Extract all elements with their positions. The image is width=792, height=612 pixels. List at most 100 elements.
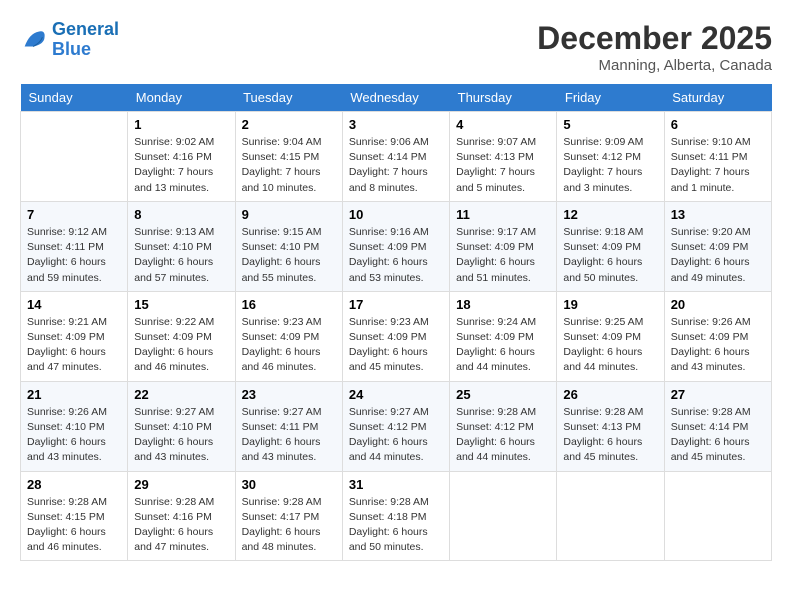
- calendar-cell: 18 Sunrise: 9:24 AMSunset: 4:09 PMDayligh…: [450, 291, 557, 381]
- day-number: 18: [456, 297, 550, 312]
- day-info: Sunrise: 9:25 AMSunset: 4:09 PMDaylight:…: [563, 315, 657, 376]
- title-block: December 2025 Manning, Alberta, Canada: [537, 20, 772, 74]
- day-number: 1: [134, 117, 228, 132]
- day-info: Sunrise: 9:07 AMSunset: 4:13 PMDaylight:…: [456, 135, 550, 196]
- day-info: Sunrise: 9:15 AMSunset: 4:10 PMDaylight:…: [242, 225, 336, 286]
- day-number: 6: [671, 117, 765, 132]
- page-header: General Blue December 2025 Manning, Albe…: [20, 20, 772, 74]
- day-info: Sunrise: 9:28 AMSunset: 4:16 PMDaylight:…: [134, 495, 228, 556]
- calendar-cell: 16 Sunrise: 9:23 AMSunset: 4:09 PMDayligh…: [235, 291, 342, 381]
- calendar-cell: [450, 471, 557, 561]
- day-number: 10: [349, 207, 443, 222]
- calendar-week-row: 21 Sunrise: 9:26 AMSunset: 4:10 PMDayligh…: [21, 381, 772, 471]
- day-info: Sunrise: 9:28 AMSunset: 4:15 PMDaylight:…: [27, 495, 121, 556]
- day-number: 2: [242, 117, 336, 132]
- day-info: Sunrise: 9:28 AMSunset: 4:14 PMDaylight:…: [671, 405, 765, 466]
- calendar-cell: 22Sunrise: 9:27 AMSunset: 4:10 PMDayligh…: [128, 381, 235, 471]
- calendar-cell: 6 Sunrise: 9:10 AMSunset: 4:11 PMDaylight…: [664, 112, 771, 202]
- day-number: 21: [27, 387, 121, 402]
- calendar-cell: 10Sunrise: 9:16 AMSunset: 4:09 PMDayligh…: [342, 201, 449, 291]
- calendar-header-row: SundayMondayTuesdayWednesdayThursdayFrid…: [21, 84, 772, 112]
- day-number: 31: [349, 477, 443, 492]
- day-number: 24: [349, 387, 443, 402]
- location: Manning, Alberta, Canada: [537, 57, 772, 74]
- day-info: Sunrise: 9:27 AMSunset: 4:12 PMDaylight:…: [349, 405, 443, 466]
- day-header-monday: Monday: [128, 84, 235, 112]
- day-number: 19: [563, 297, 657, 312]
- month-title: December 2025: [537, 20, 772, 57]
- day-number: 13: [671, 207, 765, 222]
- calendar-cell: 29 Sunrise: 9:28 AMSunset: 4:16 PMDayligh…: [128, 471, 235, 561]
- calendar-cell: 26 Sunrise: 9:28 AMSunset: 4:13 PMDayligh…: [557, 381, 664, 471]
- calendar-cell: 3 Sunrise: 9:06 AMSunset: 4:14 PMDaylight…: [342, 112, 449, 202]
- calendar-cell: 28 Sunrise: 9:28 AMSunset: 4:15 PMDayligh…: [21, 471, 128, 561]
- calendar-cell: 12 Sunrise: 9:18 AMSunset: 4:09 PMDayligh…: [557, 201, 664, 291]
- day-info: Sunrise: 9:18 AMSunset: 4:09 PMDaylight:…: [563, 225, 657, 286]
- calendar-cell: 17 Sunrise: 9:23 AMSunset: 4:09 PMDayligh…: [342, 291, 449, 381]
- calendar-cell: 15 Sunrise: 9:22 AMSunset: 4:09 PMDayligh…: [128, 291, 235, 381]
- calendar-cell: 1 Sunrise: 9:02 AMSunset: 4:16 PMDaylight…: [128, 112, 235, 202]
- day-header-tuesday: Tuesday: [235, 84, 342, 112]
- calendar-week-row: 1 Sunrise: 9:02 AMSunset: 4:16 PMDaylight…: [21, 112, 772, 202]
- day-info: Sunrise: 9:26 AMSunset: 4:09 PMDaylight:…: [671, 315, 765, 376]
- day-number: 3: [349, 117, 443, 132]
- day-info: Sunrise: 9:04 AMSunset: 4:15 PMDaylight:…: [242, 135, 336, 196]
- day-number: 7: [27, 207, 121, 222]
- day-header-wednesday: Wednesday: [342, 84, 449, 112]
- calendar-week-row: 7 Sunrise: 9:12 AMSunset: 4:11 PMDaylight…: [21, 201, 772, 291]
- day-info: Sunrise: 9:28 AMSunset: 4:12 PMDaylight:…: [456, 405, 550, 466]
- calendar-cell: 13Sunrise: 9:20 AMSunset: 4:09 PMDayligh…: [664, 201, 771, 291]
- calendar-cell: 31 Sunrise: 9:28 AMSunset: 4:18 PMDayligh…: [342, 471, 449, 561]
- day-info: Sunrise: 9:10 AMSunset: 4:11 PMDaylight:…: [671, 135, 765, 196]
- day-info: Sunrise: 9:02 AMSunset: 4:16 PMDaylight:…: [134, 135, 228, 196]
- day-number: 14: [27, 297, 121, 312]
- calendar-cell: [557, 471, 664, 561]
- day-header-sunday: Sunday: [21, 84, 128, 112]
- logo-icon: [20, 26, 48, 54]
- day-number: 26: [563, 387, 657, 402]
- day-number: 16: [242, 297, 336, 312]
- day-info: Sunrise: 9:21 AMSunset: 4:09 PMDaylight:…: [27, 315, 121, 376]
- calendar-table: SundayMondayTuesdayWednesdayThursdayFrid…: [20, 84, 772, 561]
- day-number: 30: [242, 477, 336, 492]
- day-info: Sunrise: 9:22 AMSunset: 4:09 PMDaylight:…: [134, 315, 228, 376]
- day-number: 11: [456, 207, 550, 222]
- day-info: Sunrise: 9:28 AMSunset: 4:17 PMDaylight:…: [242, 495, 336, 556]
- day-number: 9: [242, 207, 336, 222]
- day-header-saturday: Saturday: [664, 84, 771, 112]
- calendar-cell: 21 Sunrise: 9:26 AMSunset: 4:10 PMDayligh…: [21, 381, 128, 471]
- day-number: 29: [134, 477, 228, 492]
- day-number: 22: [134, 387, 228, 402]
- day-number: 28: [27, 477, 121, 492]
- day-info: Sunrise: 9:23 AMSunset: 4:09 PMDaylight:…: [349, 315, 443, 376]
- calendar-week-row: 28 Sunrise: 9:28 AMSunset: 4:15 PMDayligh…: [21, 471, 772, 561]
- day-info: Sunrise: 9:28 AMSunset: 4:13 PMDaylight:…: [563, 405, 657, 466]
- calendar-week-row: 14 Sunrise: 9:21 AMSunset: 4:09 PMDayligh…: [21, 291, 772, 381]
- calendar-cell: 2 Sunrise: 9:04 AMSunset: 4:15 PMDaylight…: [235, 112, 342, 202]
- calendar-cell: 8Sunrise: 9:13 AMSunset: 4:10 PMDaylight…: [128, 201, 235, 291]
- logo: General Blue: [20, 20, 119, 60]
- day-number: 23: [242, 387, 336, 402]
- day-info: Sunrise: 9:26 AMSunset: 4:10 PMDaylight:…: [27, 405, 121, 466]
- calendar-cell: 14 Sunrise: 9:21 AMSunset: 4:09 PMDayligh…: [21, 291, 128, 381]
- day-number: 12: [563, 207, 657, 222]
- calendar-cell: [664, 471, 771, 561]
- calendar-cell: 25Sunrise: 9:28 AMSunset: 4:12 PMDayligh…: [450, 381, 557, 471]
- day-number: 15: [134, 297, 228, 312]
- day-info: Sunrise: 9:24 AMSunset: 4:09 PMDaylight:…: [456, 315, 550, 376]
- day-info: Sunrise: 9:23 AMSunset: 4:09 PMDaylight:…: [242, 315, 336, 376]
- day-info: Sunrise: 9:06 AMSunset: 4:14 PMDaylight:…: [349, 135, 443, 196]
- day-info: Sunrise: 9:13 AMSunset: 4:10 PMDaylight:…: [134, 225, 228, 286]
- calendar-cell: 11Sunrise: 9:17 AMSunset: 4:09 PMDayligh…: [450, 201, 557, 291]
- calendar-cell: 9 Sunrise: 9:15 AMSunset: 4:10 PMDaylight…: [235, 201, 342, 291]
- day-info: Sunrise: 9:28 AMSunset: 4:18 PMDaylight:…: [349, 495, 443, 556]
- day-number: 17: [349, 297, 443, 312]
- day-number: 5: [563, 117, 657, 132]
- day-number: 27: [671, 387, 765, 402]
- day-info: Sunrise: 9:12 AMSunset: 4:11 PMDaylight:…: [27, 225, 121, 286]
- calendar-cell: 19 Sunrise: 9:25 AMSunset: 4:09 PMDayligh…: [557, 291, 664, 381]
- calendar-cell: 5Sunrise: 9:09 AMSunset: 4:12 PMDaylight…: [557, 112, 664, 202]
- day-number: 20: [671, 297, 765, 312]
- day-header-thursday: Thursday: [450, 84, 557, 112]
- calendar-cell: 4Sunrise: 9:07 AMSunset: 4:13 PMDaylight…: [450, 112, 557, 202]
